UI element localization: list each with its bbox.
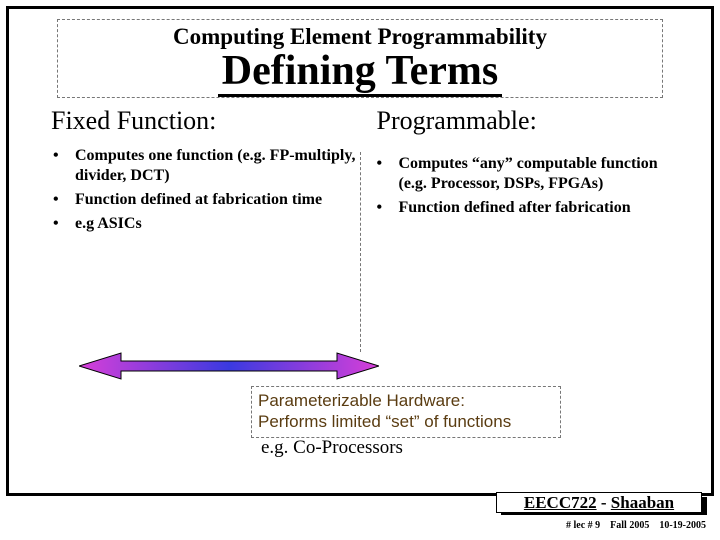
badge-face: EECC722 - Shaaban — [496, 492, 702, 513]
footer-author: Shaaban — [611, 493, 674, 512]
columns: Fixed Function: •Computes one function (… — [49, 106, 671, 352]
list-item-text: e.g ASICs — [75, 214, 142, 234]
list-item-text: Function defined after fabrication — [399, 198, 631, 218]
list-item-text: Function defined at fabrication time — [75, 190, 322, 210]
list-programmable: •Computes “any” computable function (e.g… — [365, 154, 672, 218]
footer-term: Fall 2005 — [610, 520, 649, 531]
footer-course: EECC722 — [524, 493, 597, 512]
double-arrow-icon — [79, 351, 379, 381]
list-item: •Computes one function (e.g. FP-multiply… — [53, 146, 356, 186]
bullet-icon: • — [53, 214, 75, 234]
bullet-icon: • — [377, 198, 399, 218]
title-main: Defining Terms — [218, 48, 503, 97]
footer-date: 10-19-2005 — [659, 520, 706, 531]
footer-sep: - — [597, 493, 611, 512]
column-programmable: Programmable: •Computes “any” computable… — [365, 106, 672, 352]
footer-lec: # lec # 9 — [566, 520, 600, 531]
list-item: •e.g ASICs — [53, 214, 356, 234]
footer-badge: EECC722 - Shaaban — [496, 492, 708, 516]
list-fixed-function: •Computes one function (e.g. FP-multiply… — [49, 146, 356, 234]
title-box: Computing Element Programmability Defini… — [57, 19, 663, 98]
bullet-icon: • — [53, 146, 75, 186]
list-item-text: Computes “any” computable function (e.g.… — [399, 154, 672, 194]
heading-programmable: Programmable: — [365, 106, 672, 136]
column-fixed-function: Fixed Function: •Computes one function (… — [49, 106, 356, 352]
list-item: •Computes “any” computable function (e.g… — [377, 154, 672, 194]
title-overline: Computing Element Programmability — [66, 24, 654, 50]
list-item-text: Computes one function (e.g. FP-multiply,… — [75, 146, 356, 186]
slide-frame: Computing Element Programmability Defini… — [6, 6, 714, 496]
list-item: •Function defined at fabrication time — [53, 190, 356, 210]
column-divider — [360, 152, 361, 352]
param-line2: Performs limited “set” of functions — [258, 411, 554, 432]
footer-meta: # lec # 9 Fall 2005 10-19-2005 — [556, 520, 706, 531]
bullet-icon: • — [377, 154, 399, 194]
param-line1: Parameterizable Hardware: — [258, 390, 554, 411]
parameterizable-box: Parameterizable Hardware: Performs limit… — [251, 386, 561, 438]
bullet-icon: • — [53, 190, 75, 210]
heading-fixed-function: Fixed Function: — [49, 106, 356, 136]
list-item: •Function defined after fabrication — [377, 198, 672, 218]
coprocessors-caption: e.g. Co-Processors — [261, 437, 403, 459]
